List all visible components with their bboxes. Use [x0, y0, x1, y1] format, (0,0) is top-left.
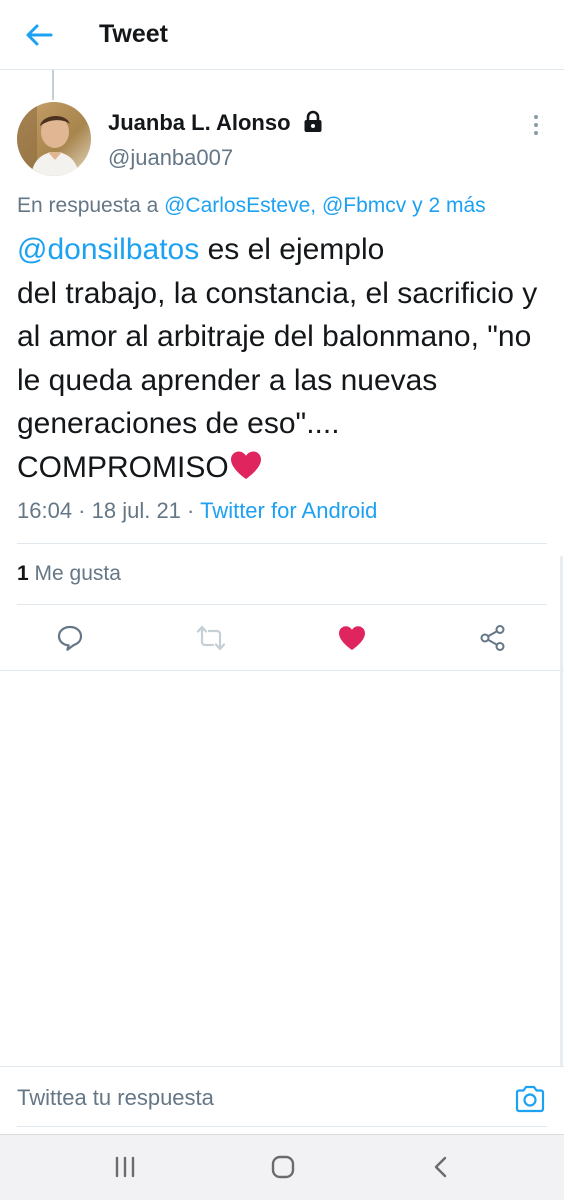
- share-button[interactable]: [475, 620, 511, 656]
- lock-icon: [304, 110, 322, 132]
- reply-input[interactable]: [17, 1085, 487, 1111]
- avatar[interactable]: [17, 102, 91, 176]
- divider: [17, 543, 547, 544]
- reply-context: En respuesta a @CarlosEsteve, @Fbmcv y 2…: [17, 194, 486, 217]
- like-button[interactable]: [334, 620, 370, 656]
- divider: [17, 604, 547, 605]
- thread-connector-line: [52, 70, 54, 100]
- comment-icon: [57, 625, 83, 651]
- top-bar: Tweet: [0, 0, 564, 70]
- tweet-metadata: 16:04 · 18 jul. 21 · Twitter for Android: [17, 498, 378, 523]
- vertical-dots-icon: [534, 115, 538, 119]
- red-heart-emoji-icon: [230, 451, 261, 479]
- recents-button[interactable]: [110, 1152, 140, 1182]
- back-nav-button[interactable]: [426, 1152, 456, 1182]
- author-handle[interactable]: @juanba007: [108, 145, 233, 171]
- heart-icon: [339, 626, 365, 650]
- camera-button[interactable]: [514, 1084, 548, 1116]
- likes-count[interactable]: 1 Me gusta: [17, 562, 121, 586]
- recents-icon: [115, 1156, 135, 1178]
- reply-targets-link[interactable]: @CarlosEsteve, @Fbmcv y 2 más: [164, 194, 486, 217]
- retweet-button: [193, 620, 229, 656]
- home-icon: [271, 1155, 295, 1179]
- author-display-name[interactable]: Juanba L. Alonso: [108, 110, 291, 136]
- divider: [0, 670, 564, 671]
- home-button[interactable]: [268, 1152, 298, 1182]
- back-button[interactable]: [22, 18, 56, 52]
- tweet-text: @donsilbatos es el ejemplo del trabajo, l…: [17, 233, 538, 484]
- arrow-left-icon: [26, 24, 53, 46]
- more-options-button[interactable]: [526, 112, 546, 138]
- tweet-date: 18 jul. 21: [91, 498, 181, 523]
- reply-button[interactable]: [52, 620, 88, 656]
- camera-icon: [515, 1085, 545, 1113]
- scrollbar[interactable]: [560, 556, 563, 1066]
- input-underline: [17, 1126, 547, 1127]
- page-title: Tweet: [99, 20, 168, 48]
- tweet-time: 16:04: [17, 498, 73, 523]
- chevron-left-icon: [434, 1156, 447, 1178]
- tweet-source-link[interactable]: Twitter for Android: [200, 498, 377, 523]
- mention-link[interactable]: @donsilbatos: [17, 233, 199, 266]
- share-icon: [480, 625, 505, 651]
- retweet-icon: [196, 625, 226, 651]
